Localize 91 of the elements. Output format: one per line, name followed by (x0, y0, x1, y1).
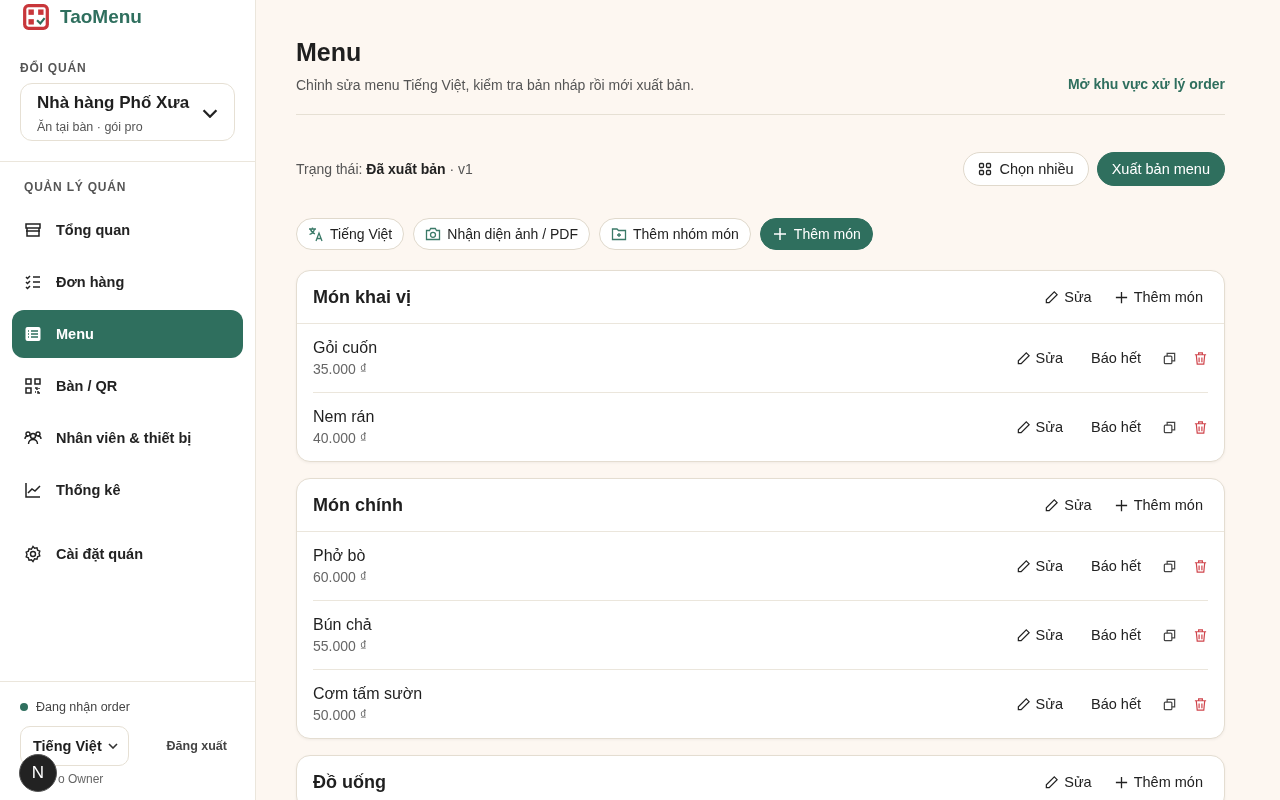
sold-out-button[interactable]: Báo hết (1086, 554, 1146, 578)
pencil-icon (1044, 497, 1060, 513)
add-item-button[interactable]: Thêm món (1108, 770, 1208, 794)
sold-out-button[interactable]: Báo hết (1086, 415, 1146, 439)
edit-button[interactable]: Sửa (1010, 692, 1068, 716)
translate-icon (308, 226, 324, 242)
pencil-icon (1015, 419, 1031, 435)
avatar[interactable]: N (19, 754, 57, 792)
item-price: 55.000 ₫ (313, 638, 368, 654)
item-name: Nem rán (313, 408, 375, 426)
section-title: Món khai vị (313, 286, 411, 308)
item-name: Gỏi cuốn (313, 339, 378, 357)
copy-icon[interactable] (1162, 419, 1177, 435)
copy-icon[interactable] (1162, 627, 1177, 643)
pencil-icon (1044, 289, 1060, 305)
trash-icon[interactable] (1193, 696, 1208, 712)
item-price: 60.000 ₫ (313, 569, 367, 585)
logout-link[interactable]: Đăng xuất (166, 739, 227, 753)
nav-item[interactable]: Bàn / QR (12, 362, 243, 410)
edit-button[interactable]: Sửa (1010, 554, 1068, 578)
item-name: Cơm tấm sườn (313, 685, 423, 703)
plus-icon (771, 226, 788, 242)
page-subtitle: Chỉnh sửa menu Tiếng Việt, kiểm tra bản nháp rồi mới xuất bản. (296, 77, 695, 93)
copy-icon[interactable] (1162, 350, 1177, 366)
plus-icon (1113, 497, 1129, 513)
publish-status: Trạng thái: Đã xuất bản · v1 (296, 161, 473, 177)
add-item-button[interactable]: Thêm món (1108, 285, 1208, 309)
grid-icon (978, 162, 993, 176)
edit-button[interactable]: Sửa (1010, 623, 1068, 647)
pencil-icon (1015, 558, 1031, 574)
edit-button[interactable]: Sửa (1039, 493, 1097, 517)
section-title: Đồ uống (313, 771, 386, 793)
toolbar-button[interactable]: Nhận diện ảnh / PDF (413, 218, 590, 250)
toolbar-button[interactable]: Thêm nhóm món (599, 218, 751, 250)
sold-out-button[interactable]: Báo hết (1086, 623, 1146, 647)
trash-icon[interactable] (1193, 558, 1208, 574)
order-status-label: Đang nhận order (36, 700, 130, 714)
brand-name: TaoMenu (60, 6, 142, 28)
section-label: QUẢN LÝ QUÁN (24, 180, 128, 194)
list-icon (24, 325, 42, 343)
add-item-button[interactable]: Thêm món (1108, 493, 1208, 517)
item-price: 40.000 ₫ (313, 430, 368, 446)
item-name: Bún chả (313, 616, 372, 634)
edit-button[interactable]: Sửa (1039, 770, 1097, 794)
sold-out-button[interactable]: Báo hết (1086, 346, 1146, 370)
item-price: 50.000 ₫ (313, 707, 368, 723)
folder-plus-icon (611, 226, 627, 242)
order-area-link[interactable]: Mở khu vực xử lý order (1067, 76, 1225, 92)
settings-icon (24, 545, 42, 563)
pencil-icon (1015, 627, 1031, 643)
item-price: 35.000 ₫ (313, 361, 368, 377)
nav-item[interactable]: Đơn hàng (12, 258, 243, 306)
qr-code-icon (24, 377, 42, 395)
trash-icon[interactable] (1193, 419, 1208, 435)
qr-logo-icon (22, 3, 50, 31)
switch-label: ĐỔI QUÁN (20, 61, 88, 75)
chevron-down-icon (107, 743, 118, 749)
publish-button[interactable]: Xuất bản menu (1096, 152, 1225, 186)
nav-item[interactable]: Cài đặt quán (12, 530, 243, 578)
camera-icon (425, 226, 442, 242)
store-icon (24, 221, 42, 239)
trash-icon[interactable] (1193, 627, 1208, 643)
people-icon (24, 429, 42, 447)
restaurant-name: Nhà hàng Phố Xưa (37, 93, 190, 113)
edit-button[interactable]: Sửa (1039, 285, 1097, 309)
trash-icon[interactable] (1193, 350, 1208, 366)
nav-item[interactable]: Tổng quan (12, 206, 243, 254)
nav-item[interactable]: Nhân viên & thiết bị (12, 414, 243, 462)
item-name: Phở bò (313, 547, 367, 565)
section-title: Món chính (313, 494, 403, 516)
pencil-icon (1044, 774, 1060, 790)
restaurant-select[interactable]: Nhà hàng Phố Xưa Ăn tại bàn · gói pro (20, 83, 235, 141)
edit-button[interactable]: Sửa (1010, 346, 1068, 370)
copy-icon[interactable] (1162, 696, 1177, 712)
restaurant-subtitle: Ăn tại bàn · gói pro (37, 120, 144, 134)
nav-item[interactable]: Menu (12, 310, 243, 358)
chevron-down-icon (202, 109, 218, 118)
checklist-icon (24, 273, 42, 291)
plus-icon (1113, 289, 1129, 305)
page-title: Menu (296, 38, 363, 67)
toolbar-button[interactable]: Tiếng Việt (296, 218, 405, 250)
copy-icon[interactable] (1162, 558, 1177, 574)
toolbar-button[interactable]: Thêm món (759, 218, 873, 250)
pencil-icon (1015, 350, 1031, 366)
multi-select-button[interactable]: Chọn nhiều (963, 152, 1089, 186)
edit-button[interactable]: Sửa (1010, 415, 1068, 439)
pencil-icon (1015, 696, 1031, 712)
sold-out-button[interactable]: Báo hết (1086, 692, 1146, 716)
line-chart-icon (24, 481, 42, 499)
plus-icon (1113, 774, 1129, 790)
nav-item[interactable]: Thống kê (12, 466, 243, 514)
